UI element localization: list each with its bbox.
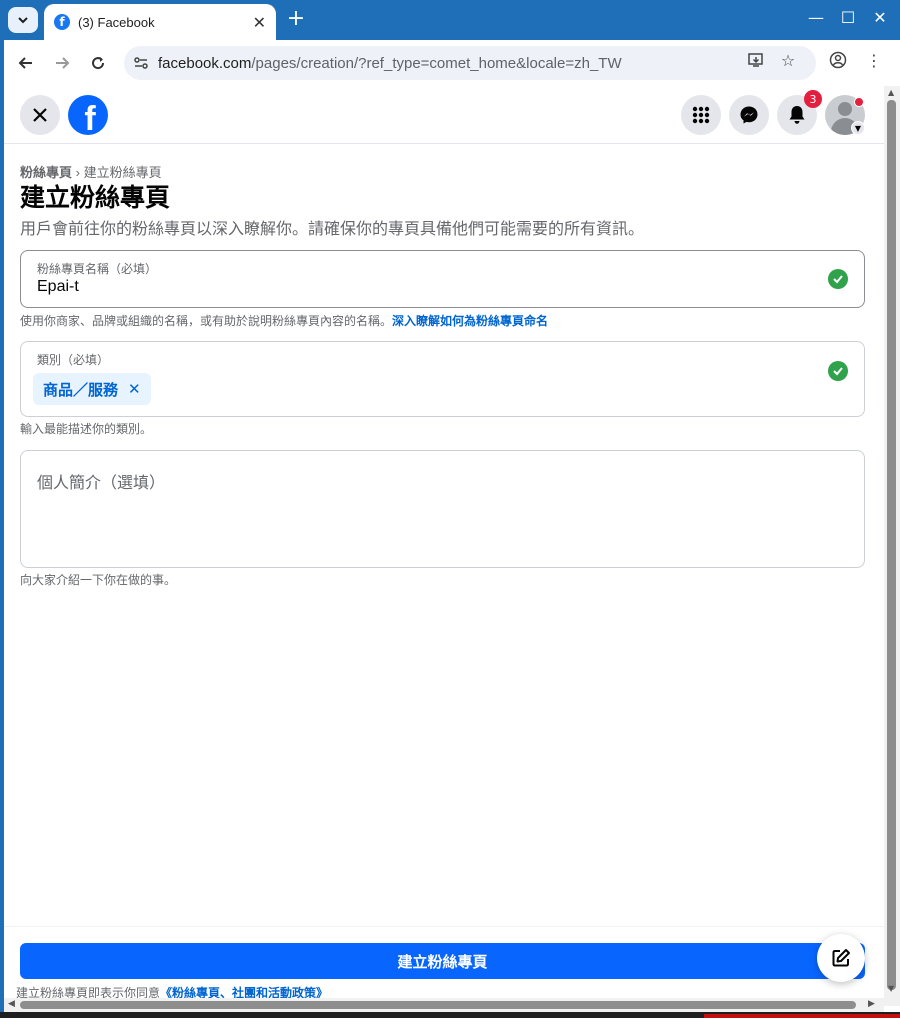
page-subtitle: 用戶會前往你的粉絲專頁以深入瞭解你。請確保你的專頁具備他們可能需要的所有資訊。 [20, 219, 645, 238]
bio-field[interactable]: 個人簡介（選填） [20, 450, 865, 568]
scroll-right-arrow-icon[interactable]: ▶ [868, 999, 875, 1009]
messenger-button[interactable] [729, 95, 769, 135]
category-label: 類別（必填） [37, 353, 110, 367]
bell-icon [789, 106, 805, 124]
forward-arrow-icon[interactable] [50, 51, 74, 75]
scroll-down-arrow-icon[interactable]: ▼ [888, 984, 894, 993]
page-intro: 粉絲專頁 › 建立粉絲專頁 建立粉絲專頁 用戶會前往你的粉絲專頁以深入瞭解你。請… [20, 162, 865, 239]
tab-search-button[interactable] [8, 7, 38, 33]
messenger-icon [740, 106, 758, 124]
reload-icon[interactable] [86, 51, 110, 75]
address-bar[interactable]: facebook.com/pages/creation/?ref_type=co… [124, 46, 816, 80]
url-text: facebook.com/pages/creation/?ref_type=co… [158, 54, 622, 72]
browser-tab-facebook[interactable]: f (3) Facebook ✕ [44, 4, 276, 40]
category-helper: 輸入最能描述你的類別。 [20, 422, 153, 436]
compose-icon [832, 949, 850, 967]
tab-title: (3) Facebook [78, 14, 155, 30]
web-page: f 3 ▼ 粉絲專頁 › 建立粉絲專頁 建立粉絲專頁 用戶會前往你的粉絲專頁以深… [4, 86, 900, 1018]
new-message-button[interactable] [817, 934, 865, 982]
remove-category-icon[interactable]: ✕ [128, 380, 141, 398]
grid-menu-icon [692, 106, 710, 124]
page-name-field[interactable]: 粉絲專頁名稱（必填） Epai-t [20, 250, 865, 308]
browser-menu-icon[interactable]: ⋮ [863, 49, 885, 71]
facebook-logo[interactable]: f [68, 95, 108, 135]
check-circle-icon [828, 269, 848, 289]
install-app-icon[interactable] [745, 49, 767, 71]
horizontal-scrollbar[interactable]: ◀ ▶ [4, 998, 884, 1012]
horizontal-scroll-thumb[interactable] [20, 1001, 856, 1009]
browser-tab-strip: f (3) Facebook ✕ + — ☐ ✕ [0, 0, 900, 40]
page-name-helper: 使用你商家、品牌或組織的名稱，或有助於說明粉絲專頁內容的名稱。深入瞭解如何為粉絲… [20, 314, 549, 328]
close-icon [33, 108, 47, 122]
page-name-input[interactable]: Epai-t [37, 278, 79, 296]
breadcrumb-current: 建立粉絲專頁 [83, 165, 162, 180]
account-chevron-down-icon[interactable]: ▼ [851, 121, 865, 135]
page-name-label: 粉絲專頁名稱（必填） [37, 262, 158, 276]
facebook-favicon-icon: f [54, 14, 70, 30]
taskbar-edge [0, 1012, 900, 1018]
notification-count-badge: 3 [804, 90, 822, 108]
page-title: 建立粉絲專頁 [20, 183, 171, 212]
breadcrumb: 粉絲專頁 › 建立粉絲專頁 [20, 165, 162, 180]
profile-icon[interactable] [827, 49, 849, 71]
bookmark-star-icon[interactable]: ☆ [777, 49, 799, 71]
bio-helper: 向大家介紹一下你在做的事。 [20, 573, 177, 587]
account-alert-dot [854, 97, 864, 107]
back-arrow-icon[interactable] [14, 51, 38, 75]
new-tab-button[interactable]: + [284, 8, 308, 32]
maximize-window-icon[interactable]: ☐ [836, 8, 860, 27]
create-page-button[interactable]: 建立粉絲專頁 [20, 943, 865, 979]
vertical-scroll-thumb[interactable] [887, 100, 896, 990]
scroll-left-arrow-icon[interactable]: ◀ [8, 999, 15, 1009]
breadcrumb-pages-link[interactable]: 粉絲專頁 [20, 165, 72, 180]
site-settings-icon[interactable] [124, 46, 158, 80]
category-chip-label: 商品／服務 [43, 380, 119, 399]
category-chip: 商品／服務 ✕ [33, 373, 151, 405]
scroll-up-arrow-icon[interactable]: ▲ [888, 88, 894, 97]
facebook-header: f 3 ▼ [4, 86, 884, 144]
browser-toolbar: facebook.com/pages/creation/?ref_type=co… [4, 40, 900, 86]
check-circle-icon [828, 361, 848, 381]
naming-help-link[interactable]: 深入瞭解如何為粉絲專頁命名 [392, 314, 548, 328]
close-creation-button[interactable] [20, 95, 60, 135]
menu-button[interactable] [681, 95, 721, 135]
minimize-window-icon[interactable]: — [804, 8, 828, 27]
chevron-down-icon [18, 17, 28, 24]
close-window-icon[interactable]: ✕ [868, 8, 892, 27]
tab-close-icon[interactable]: ✕ [253, 13, 266, 32]
bio-placeholder: 個人簡介（選填） [37, 473, 166, 492]
vertical-scrollbar[interactable]: ▲ ▼ [884, 86, 900, 1006]
category-field[interactable]: 類別（必填） 商品／服務 ✕ [20, 341, 865, 417]
